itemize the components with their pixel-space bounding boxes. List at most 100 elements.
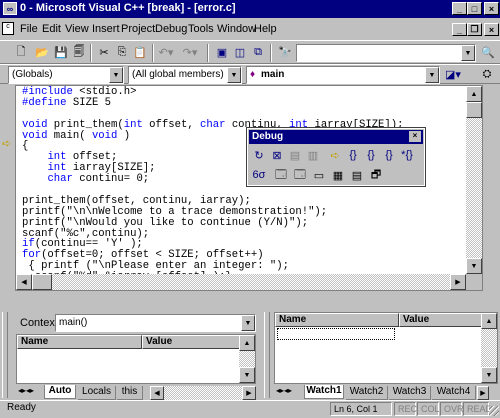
- tab-watch2[interactable]: Watch2: [346, 386, 388, 400]
- scroll-right-button[interactable]: ▶: [450, 274, 466, 290]
- function-combo[interactable]: ♦ main ▼: [246, 66, 440, 84]
- save-icon[interactable]: 💾: [52, 43, 70, 61]
- chevron-down-icon[interactable]: ▼: [425, 67, 439, 83]
- column-header-value[interactable]: Value: [399, 313, 483, 327]
- output-window-icon[interactable]: ◫: [231, 43, 249, 61]
- context-combo[interactable]: main() ▼: [55, 314, 256, 332]
- run-to-cursor-icon[interactable]: *{}: [398, 146, 416, 164]
- scroll-up-button[interactable]: ▲: [481, 313, 497, 329]
- scroll-left-button[interactable]: ◀: [16, 274, 32, 290]
- chevron-down-icon[interactable]: ▼: [109, 67, 123, 83]
- scroll-up-button[interactable]: ▲: [239, 335, 255, 351]
- column-header-value[interactable]: Value: [142, 335, 240, 349]
- menu-insert[interactable]: Insert: [92, 23, 120, 35]
- tab-scroll-buttons[interactable]: ◂▸◂▸: [276, 386, 292, 395]
- tab-auto[interactable]: Auto: [44, 385, 76, 399]
- menu-view[interactable]: View: [65, 23, 89, 35]
- menu-project[interactable]: Project: [121, 23, 155, 35]
- maximize-button[interactable]: □: [467, 2, 482, 15]
- scroll-down-button[interactable]: ▼: [239, 367, 255, 383]
- column-header-name[interactable]: Name: [17, 335, 142, 349]
- debug-toolbar[interactable]: Debug × ↻ ⊠ ▤ ▥ ➪ {} {} {} *{} 6σ 🗔 🗔 ▭ …: [246, 127, 426, 187]
- save-all-icon[interactable]: 🗐: [70, 43, 88, 61]
- cut-icon[interactable]: ✂: [95, 43, 113, 61]
- registers-window-icon[interactable]: ▭: [310, 166, 328, 184]
- quickwatch-icon[interactable]: 6σ: [250, 166, 268, 184]
- scroll-left-button[interactable]: ◀: [150, 386, 164, 400]
- chevron-down-icon[interactable]: ▼: [227, 67, 241, 83]
- scroll-up-button[interactable]: ▲: [466, 86, 482, 102]
- app-icon[interactable]: ∞: [3, 2, 17, 15]
- apply-code-changes-icon[interactable]: ▥: [304, 146, 322, 164]
- document-icon[interactable]: c: [2, 22, 14, 35]
- mdi-close-button[interactable]: ×: [484, 23, 499, 36]
- tab-watch1[interactable]: Watch1: [304, 385, 344, 399]
- step-over-icon[interactable]: {}: [362, 146, 380, 164]
- stop-debugging-icon[interactable]: ⊠: [268, 146, 286, 164]
- watch-vscrollbar[interactable]: [481, 329, 497, 367]
- watch-entry-input[interactable]: [277, 328, 395, 340]
- members-combo[interactable]: (All global members) ▼: [128, 66, 242, 84]
- scroll-right-button[interactable]: ▶: [242, 386, 256, 400]
- paste-icon[interactable]: 📋: [131, 43, 149, 61]
- editor-hscrollbar[interactable]: [16, 274, 466, 290]
- wizard-action-icon[interactable]: ◪▾: [444, 65, 462, 83]
- workspace-icon[interactable]: ▣: [213, 43, 231, 61]
- resize-grip-icon[interactable]: [489, 406, 499, 416]
- function-icon: ♦: [250, 69, 256, 80]
- find-in-files-icon[interactable]: 🔭: [276, 43, 294, 61]
- chevron-down-icon[interactable]: ▼: [461, 45, 475, 61]
- window-list-icon[interactable]: ⧉: [249, 43, 267, 61]
- find-icon[interactable]: 🔍: [479, 43, 497, 61]
- mdi-restore-button[interactable]: ❐: [467, 23, 482, 36]
- variables-vscrollbar[interactable]: [239, 351, 255, 367]
- scroll-thumb[interactable]: [466, 102, 482, 118]
- show-next-statement-icon[interactable]: ➪: [326, 146, 344, 164]
- copy-icon[interactable]: ⎘: [113, 43, 131, 61]
- build-icon[interactable]: ⛭: [478, 65, 496, 83]
- disassembly-window-icon[interactable]: 🗗: [367, 166, 385, 184]
- menu-tools[interactable]: Tools: [188, 23, 214, 35]
- menu-file[interactable]: File: [20, 23, 38, 35]
- code-editor[interactable]: #include <stdio.h> #define SIZE 5 void pr…: [15, 85, 483, 291]
- chevron-down-icon[interactable]: ▼: [241, 315, 255, 331]
- hscroll-thumb[interactable]: [32, 274, 52, 290]
- variables-window-icon[interactable]: 🗔: [291, 166, 309, 184]
- restart-icon[interactable]: ↻: [250, 146, 268, 164]
- undo-icon[interactable]: ↶▾: [157, 43, 175, 61]
- tab-scroll-buttons[interactable]: ◂▸◂▸: [18, 386, 34, 395]
- mdi-minimize-button[interactable]: _: [452, 23, 467, 36]
- title-bar[interactable]: ∞ 0 - Microsoft Visual C++ [break] - [er…: [0, 0, 500, 18]
- debug-toolbar-header[interactable]: Debug ×: [249, 130, 423, 144]
- menu-debug[interactable]: Debug: [155, 23, 187, 35]
- break-icon[interactable]: ▤: [286, 146, 304, 164]
- tab-watch4[interactable]: Watch4: [432, 386, 476, 400]
- column-header-name[interactable]: Name: [275, 313, 399, 327]
- tab-this[interactable]: this: [117, 386, 143, 400]
- watch-grid[interactable]: Name Value ▲ ▼: [274, 312, 498, 384]
- scroll-down-button[interactable]: ▼: [481, 367, 497, 383]
- scope-combo[interactable]: (Globals) ▼: [8, 66, 124, 84]
- step-into-icon[interactable]: {}: [344, 146, 362, 164]
- variables-grid[interactable]: Name Value ▲ ▼: [16, 334, 256, 384]
- scroll-down-button[interactable]: ▼: [466, 258, 482, 274]
- variables-hscrollbar[interactable]: [164, 386, 242, 400]
- close-icon[interactable]: ×: [409, 131, 421, 142]
- minimize-button[interactable]: _: [452, 2, 467, 15]
- menu-edit[interactable]: Edit: [42, 23, 61, 35]
- find-combo[interactable]: ▼: [296, 44, 476, 62]
- call-stack-window-icon[interactable]: ▤: [348, 166, 366, 184]
- tab-watch3[interactable]: Watch3: [389, 386, 431, 400]
- open-folder-icon[interactable]: 📂: [33, 43, 51, 61]
- tab-locals[interactable]: Locals: [78, 386, 116, 400]
- step-out-icon[interactable]: {}: [380, 146, 398, 164]
- new-file-icon[interactable]: 🗋: [12, 43, 30, 61]
- status-ovr: OVR: [440, 402, 464, 416]
- watch-window-icon[interactable]: 🗔: [272, 166, 290, 184]
- scroll-right-button[interactable]: ▶: [477, 386, 489, 400]
- memory-window-icon[interactable]: ▦: [329, 166, 347, 184]
- close-button[interactable]: ×: [484, 2, 499, 15]
- menu-help[interactable]: Help: [254, 23, 277, 35]
- menu-window[interactable]: Window: [217, 23, 256, 35]
- redo-icon[interactable]: ↷▾: [181, 43, 199, 61]
